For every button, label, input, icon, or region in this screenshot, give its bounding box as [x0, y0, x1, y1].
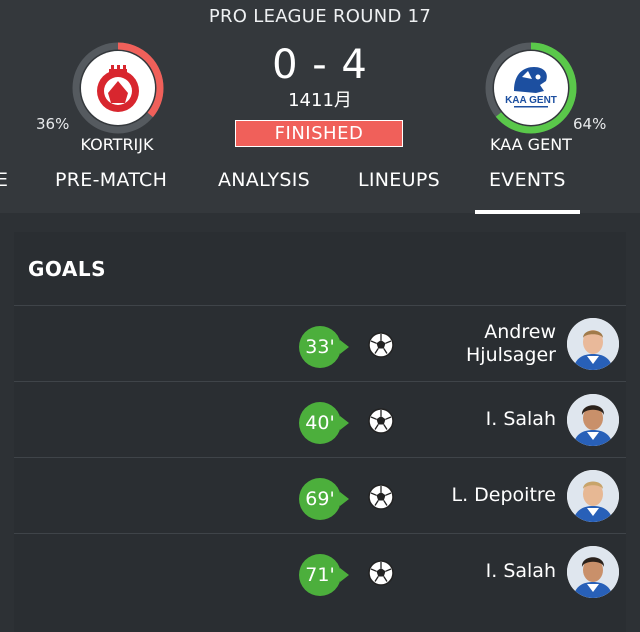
goal-row[interactable]: 69' L. Depoitre	[14, 457, 626, 533]
soccer-ball-icon	[368, 332, 394, 358]
round-title: PRO LEAGUE ROUND 17	[208, 6, 432, 27]
player-avatar[interactable]	[567, 394, 619, 446]
goal-minute: 40'	[305, 412, 335, 434]
player-name[interactable]: L. Depoitre	[452, 484, 556, 507]
soccer-ball-icon	[368, 484, 394, 510]
kaa-gent-logo: KAA GENT	[494, 51, 568, 125]
away-team-badge[interactable]: KAA GENT	[485, 42, 577, 134]
player-name[interactable]: I. Salah	[486, 560, 556, 583]
goal-minute: 69'	[305, 488, 335, 510]
player-avatar[interactable]	[567, 546, 619, 598]
tab-lineups[interactable]: LINEUPS	[358, 169, 440, 191]
svg-text:KAA GENT: KAA GENT	[505, 95, 557, 106]
home-team-name[interactable]: KORTRIJK	[42, 135, 192, 154]
goals-header: GOALS	[14, 232, 626, 305]
tab-bar: E PRE-MATCH ANALYSIS LINEUPS EVENTS	[0, 165, 640, 214]
status-badge: FINISHED	[235, 120, 403, 147]
goals-title: GOALS	[28, 257, 107, 281]
tab-events[interactable]: EVENTS	[475, 169, 580, 214]
tab-partial[interactable]: E	[0, 169, 8, 191]
minute-badge: 33'	[299, 326, 349, 368]
goal-minute: 71'	[305, 564, 335, 586]
soccer-ball-icon	[368, 408, 394, 434]
goal-row[interactable]: 40' I. Salah	[14, 381, 626, 457]
goal-minute: 33'	[305, 336, 335, 358]
home-possession: 36%	[36, 115, 70, 133]
player-name[interactable]: Andrew Hjulsager	[466, 321, 556, 367]
soccer-ball-icon	[368, 560, 394, 586]
minute-badge: 69'	[299, 478, 349, 520]
minute-badge: 40'	[299, 402, 349, 444]
player-name[interactable]: I. Salah	[486, 408, 556, 431]
goal-row[interactable]: 71' I. Salah	[14, 533, 626, 609]
away-possession: 64%	[573, 115, 607, 133]
player-avatar[interactable]	[567, 470, 619, 522]
minute-badge: 71'	[299, 554, 349, 596]
player-avatar[interactable]	[567, 318, 619, 370]
away-team-name[interactable]: KAA GENT	[456, 135, 606, 154]
goal-row[interactable]: 33' Andrew Hjulsager	[14, 305, 626, 381]
tab-pre-match[interactable]: PRE-MATCH	[55, 169, 167, 191]
tab-analysis[interactable]: ANALYSIS	[218, 169, 310, 191]
match-header: PRO LEAGUE ROUND 17 36% KORTRIJK 0 - 4 1…	[0, 0, 640, 214]
